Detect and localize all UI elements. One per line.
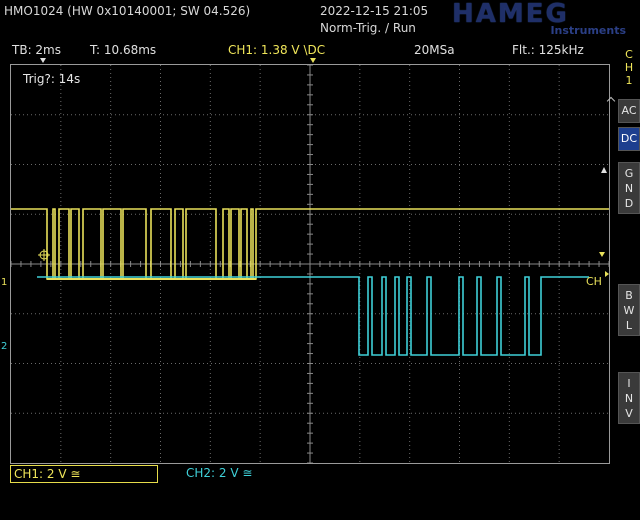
side-channel-c: C [625,48,633,61]
ch1-scale: CH1: 2 V ≅ [14,467,81,481]
timebase[interactable]: TB: 2ms [12,43,61,57]
bwl-l: L [625,319,633,332]
gnd-d: D [624,197,634,210]
coupling-ac-button[interactable]: AC [618,99,640,123]
ch1-offset-marker[interactable]: 1 [1,277,7,288]
trigger-level-arrow [599,252,605,257]
coupling-gnd-button[interactable]: G N D [618,162,640,214]
datetime: 2022-12-15 21:05 [320,4,429,18]
gnd-g: G [624,167,634,180]
filter-setting[interactable]: Flt.: 125kHz [512,43,584,57]
side-channel-h: H [624,61,634,74]
scope-screen[interactable]: Trig?: 14s [10,64,610,464]
ch2-offset-marker[interactable]: 2 [1,341,7,352]
time-offset[interactable]: T: 10.68ms [90,43,156,57]
hameg-logo: HAMEG Instruments [452,0,638,37]
bwl-b: B [625,289,633,302]
bwl-button[interactable]: B W L [618,284,640,336]
inv-n: N [624,392,634,405]
ch-right-label: CH [586,275,602,288]
side-channel-1: 1 [625,74,633,87]
logo-sub-text: Instruments [550,24,626,37]
side-channel-label: C H 1 [618,48,640,87]
ch2-scale[interactable]: CH2: 2 V ≅ [186,466,252,480]
ch1-scale-box[interactable]: CH1: 2 V ≅ [10,465,158,483]
scroll-up-arrow [601,167,607,173]
device-info: HMO1024 (HW 0x10140001; SW 04.526) [4,4,251,18]
ch1-right-arrow [605,271,609,277]
inv-i: I [627,377,631,390]
waveform-display [11,65,609,463]
trigger-state: Norm-Trig. / Run [320,21,416,35]
gnd-n: N [624,182,634,195]
sample-rate: 20MSa [414,43,455,57]
inv-v: V [625,407,633,420]
bwl-w: W [623,304,635,317]
coupling-dc-button[interactable]: DC [618,127,640,151]
trigger-position-marker [40,58,46,63]
ch1-trigger-level[interactable]: CH1: 1.38 V \DC [228,43,325,57]
invert-button[interactable]: I N V [618,372,640,424]
trigger-status: Trig?: 14s [23,72,81,86]
trigger-time-marker [310,58,316,63]
